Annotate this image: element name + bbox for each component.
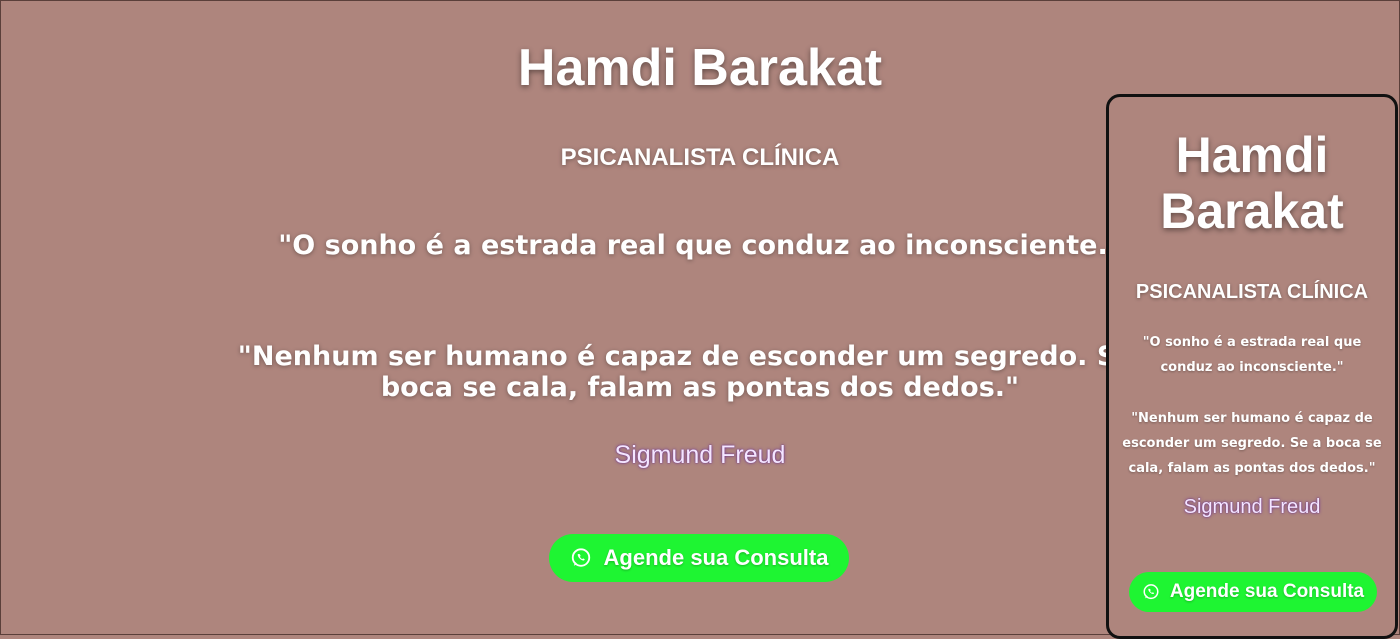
mobile-page-subtitle: PSICANALISTA CLÍNICA [1135,281,1369,303]
whatsapp-icon [570,547,592,569]
mobile-page-title: Hamdi Barakat [1160,127,1344,239]
mobile-schedule-consultation-label: Agende sua Consulta [1169,581,1365,602]
mobile-quote-author: Sigmund Freud [1183,496,1321,518]
whatsapp-icon [1142,583,1160,601]
mobile-schedule-consultation-button[interactable]: Agende sua Consulta [1129,572,1377,612]
mobile-quote-dream: "O sonho é a estrada real que conduz ao … [1142,335,1362,375]
quote-secret: "Nenhum ser humano é capaz de esconder u… [237,341,1163,403]
mobile-quote-secret: "Nenhum ser humano é capaz de esconder u… [1122,411,1382,476]
schedule-consultation-button[interactable]: Agende sua Consulta [549,534,849,582]
mobile-preview-frame: Hamdi Barakat PSICANALISTA CLÍNICA "O so… [1106,94,1398,639]
schedule-consultation-label: Agende sua Consulta [603,545,829,570]
page-title: Hamdi Barakat [517,39,883,97]
